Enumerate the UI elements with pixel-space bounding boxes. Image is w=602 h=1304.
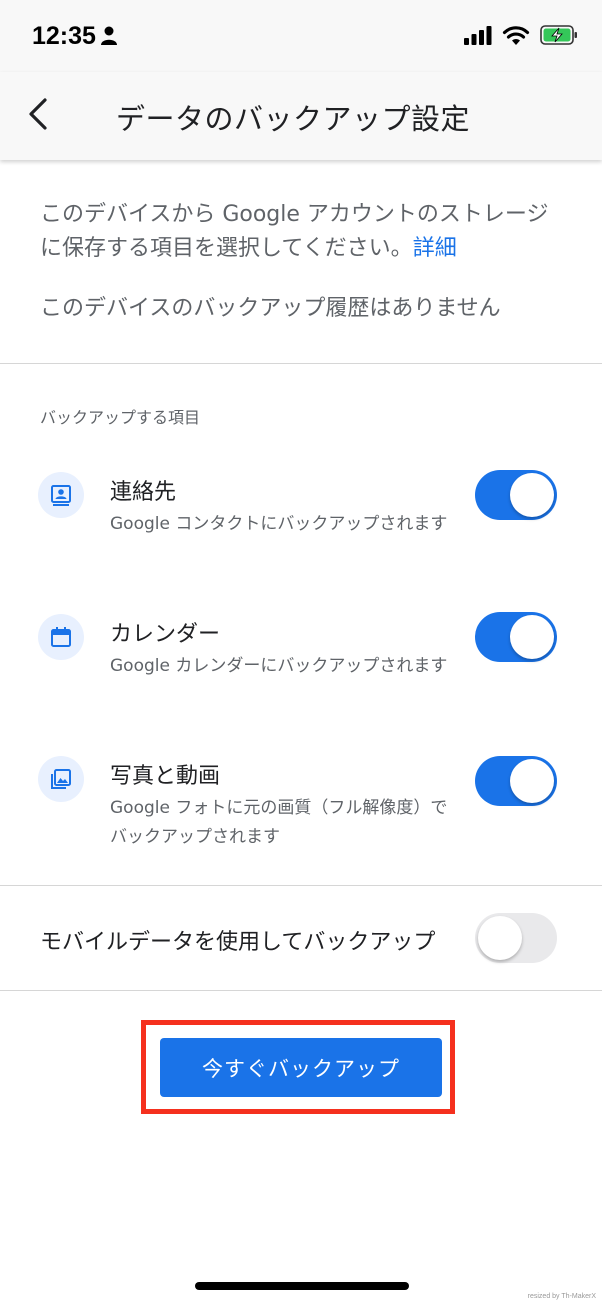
home-indicator[interactable]	[195, 1282, 409, 1290]
divider	[0, 363, 602, 364]
intro-text: このデバイスから Google アカウントのストレージに保存する項目を選択してく…	[40, 198, 570, 266]
contacts-toggle[interactable]	[475, 470, 557, 520]
item-title: 写真と動画	[110, 764, 221, 789]
back-button[interactable]	[18, 94, 58, 138]
backup-item-contacts: 連絡先 Google コンタクトにバックアップされます	[0, 470, 602, 592]
item-title: カレンダー	[110, 622, 221, 647]
status-icons	[464, 24, 578, 50]
item-title: 連絡先	[110, 480, 177, 505]
intro-description: このデバイスから Google アカウントのストレージに保存する項目を選択してく…	[40, 202, 549, 261]
toggle-knob	[510, 615, 554, 659]
backup-history-text: このデバイスのバックアップ履歴はありません	[40, 296, 501, 321]
divider	[0, 990, 602, 991]
photos-toggle[interactable]	[475, 756, 557, 806]
item-description: Google カレンダーにバックアップされます	[110, 656, 448, 676]
chevron-left-icon	[27, 97, 49, 135]
calendar-icon	[38, 614, 84, 660]
calendar-toggle[interactable]	[475, 612, 557, 662]
wifi-icon	[502, 24, 530, 50]
contacts-icon	[38, 472, 84, 518]
item-description: Google フォトに元の画質（フル解像度）でバックアップされます	[110, 798, 448, 847]
toggle-knob	[478, 916, 522, 960]
mobile-data-label: モバイルデータを使用してバックアップ	[40, 930, 436, 955]
divider	[0, 885, 602, 886]
backup-now-button[interactable]: 今すぐバックアップ	[160, 1038, 442, 1097]
backup-item-calendar: カレンダー Google カレンダーにバックアップされます	[0, 612, 602, 734]
photos-icon	[38, 756, 84, 802]
watermark-text: resized by Th-MakerX	[527, 1293, 596, 1300]
item-description: Google コンタクトにバックアップされます	[110, 514, 448, 534]
status-time: 12:35	[32, 22, 96, 50]
status-bar: 12:35	[0, 0, 602, 72]
mobile-data-toggle[interactable]	[475, 913, 557, 963]
page-title: データのバックアップ設定	[116, 102, 471, 136]
toggle-knob	[510, 473, 554, 517]
backup-item-photos: 写真と動画 Google フォトに元の画質（フル解像度）でバックアップされます	[0, 756, 602, 876]
person-icon	[100, 26, 118, 50]
signal-icon	[464, 25, 492, 49]
app-header: データのバックアップ設定	[0, 72, 602, 160]
battery-charging-icon	[540, 24, 578, 50]
toggle-knob	[510, 759, 554, 803]
details-link[interactable]: 詳細	[413, 236, 457, 261]
section-label: バックアップする項目	[40, 408, 201, 427]
